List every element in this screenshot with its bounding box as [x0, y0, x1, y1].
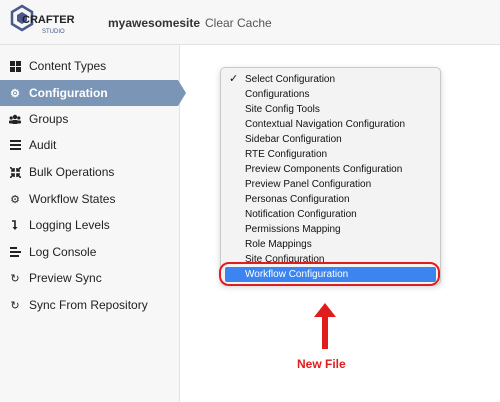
configuration-select-menu[interactable]: ✓ Select Configuration Configurations Si… — [220, 67, 441, 285]
sidebar-item-preview-sync[interactable]: ↻ Preview Sync — [0, 265, 180, 291]
option-preview-components-configuration[interactable]: Preview Components Configuration — [225, 162, 436, 177]
sidebar-item-label: Groups — [29, 112, 69, 126]
option-label: Permissions Mapping — [245, 224, 341, 235]
users-icon — [9, 113, 21, 125]
sidebar-item-log-console[interactable]: Log Console — [0, 239, 180, 265]
sidebar-item-label: Configuration — [29, 86, 108, 100]
option-notification-configuration[interactable]: Notification Configuration — [225, 207, 436, 222]
align-left-icon — [9, 246, 21, 258]
sidebar: Content Types ⚙ Configuration Groups Aud… — [0, 45, 186, 402]
sidebar-item-workflow-states[interactable]: ⚙ Workflow States — [0, 186, 180, 212]
option-select-configuration[interactable]: ✓ Select Configuration — [225, 72, 436, 87]
option-label: Sidebar Configuration — [245, 134, 342, 145]
sidebar-item-label: Logging Levels — [29, 218, 110, 232]
new-file-annotation: New File — [297, 357, 346, 371]
gear-icon: ⚙ — [10, 87, 20, 100]
option-label: Personas Configuration — [245, 194, 350, 205]
option-label: Preview Panel Configuration — [245, 179, 372, 190]
sidebar-item-bulk-operations[interactable]: Bulk Operations — [0, 159, 180, 185]
level-down-icon — [9, 219, 21, 231]
sidebar-item-label: Bulk Operations — [29, 165, 115, 179]
cogs-icon: ⚙ — [10, 193, 20, 206]
option-contextual-navigation-configuration[interactable]: Contextual Navigation Configuration — [225, 117, 436, 132]
clear-cache-link[interactable]: Clear Cache — [205, 16, 272, 30]
logo-subtext: STUDIO — [42, 29, 65, 35]
crafter-logo[interactable]: CRAFTER STUDIO — [8, 3, 75, 41]
highlight-ring — [219, 262, 440, 286]
sidebar-item-configuration[interactable]: ⚙ Configuration — [0, 80, 186, 106]
sidebar-item-label: Workflow States — [29, 192, 116, 206]
sidebar-item-groups[interactable]: Groups — [0, 106, 180, 132]
compress-icon — [9, 166, 21, 178]
site-name[interactable]: myawesomesite — [108, 16, 200, 30]
option-label: RTE Configuration — [245, 149, 328, 160]
option-configurations[interactable]: Configurations — [225, 87, 436, 102]
option-label: Contextual Navigation Configuration — [245, 119, 406, 130]
option-personas-configuration[interactable]: Personas Configuration — [225, 192, 436, 207]
option-rte-configuration[interactable]: RTE Configuration — [225, 147, 436, 162]
option-label: Configurations — [245, 89, 310, 100]
option-label: Notification Configuration — [245, 209, 357, 220]
refresh-icon: ↻ — [10, 272, 20, 285]
sidebar-item-label: Content Types — [29, 59, 107, 73]
option-permissions-mapping[interactable]: Permissions Mapping — [225, 222, 436, 237]
sidebar-item-label: Preview Sync — [29, 271, 102, 285]
option-label: Select Configuration — [245, 74, 336, 85]
option-label: Role Mappings — [245, 239, 312, 250]
option-role-mappings[interactable]: Role Mappings — [225, 237, 436, 252]
sidebar-item-logging-levels[interactable]: Logging Levels — [0, 212, 180, 238]
sidebar-item-audit[interactable]: Audit — [0, 132, 180, 158]
active-indicator-arrow — [178, 80, 186, 106]
sidebar-item-content-types[interactable]: Content Types — [0, 53, 180, 79]
option-site-config-tools[interactable]: Site Config Tools — [225, 102, 436, 117]
list-icon — [9, 139, 21, 151]
refresh-icon: ↻ — [10, 299, 20, 312]
option-label: Site Config Tools — [245, 104, 320, 115]
up-arrow-icon — [314, 303, 336, 349]
logo-text: CRAFTER — [22, 14, 74, 26]
option-sidebar-configuration[interactable]: Sidebar Configuration — [225, 132, 436, 147]
sidebar-item-label: Sync From Repository — [29, 298, 148, 312]
top-bar: CRAFTER STUDIO myawesomesite Clear Cache — [0, 0, 500, 45]
option-label: Preview Components Configuration — [245, 164, 403, 175]
sidebar-item-sync-from-repository[interactable]: ↻ Sync From Repository — [0, 292, 180, 318]
option-preview-panel-configuration[interactable]: Preview Panel Configuration — [225, 177, 436, 192]
checkmark-icon: ✓ — [229, 73, 239, 85]
sidebar-item-label: Audit — [29, 138, 57, 152]
grid-icon — [9, 60, 21, 72]
sidebar-item-label: Log Console — [29, 245, 97, 259]
